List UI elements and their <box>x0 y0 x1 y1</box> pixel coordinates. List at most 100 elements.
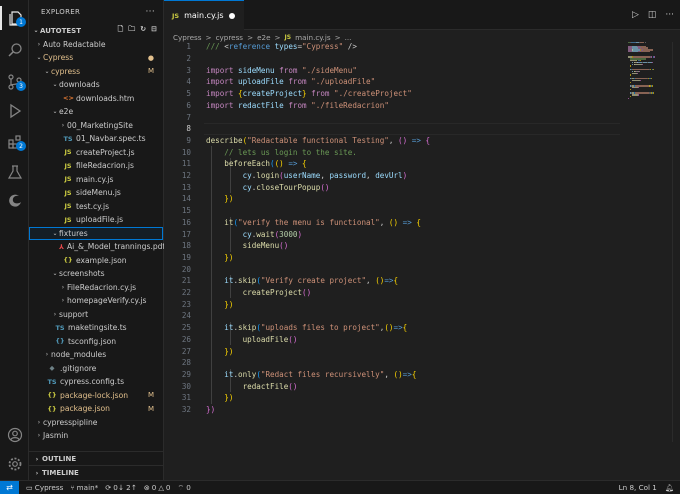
code-line[interactable]: 28 <box>164 357 680 369</box>
code-line[interactable]: 1 /// <reference types="Cypress" /> <box>164 41 680 53</box>
code-line[interactable]: 18 sideMenu() <box>164 240 680 252</box>
code-line[interactable]: 25 it.skip("uploads files to project",()… <box>164 322 680 334</box>
tree-file[interactable]: ⅄ Ai_&_Model_trannings.pdf <box>29 240 165 254</box>
code-line[interactable]: 16 it("verify the menu is functional", (… <box>164 217 680 229</box>
timeline-section[interactable]: › TIMELINE <box>29 465 163 480</box>
status-ports[interactable]: ⌔ 0 <box>177 483 190 493</box>
timeline-header[interactable]: › TIMELINE <box>29 465 163 480</box>
code-line[interactable]: 15 <box>164 205 680 217</box>
minimap[interactable] <box>628 42 666 102</box>
code-line[interactable]: 23 }) <box>164 298 680 310</box>
editor-scrollbar[interactable] <box>672 42 680 442</box>
run-debug-icon[interactable] <box>0 99 29 123</box>
status-project[interactable]: ▭ Cypress <box>26 483 63 492</box>
tree-file[interactable]: TS 01_Navbar.spec.ts <box>29 132 163 146</box>
tree-folder[interactable]: › homepageVerify.cy.js <box>29 294 163 308</box>
tree-file[interactable]: ◆ .gitignore <box>29 362 163 376</box>
tree-folder[interactable]: ⌄ fixtures <box>29 226 163 240</box>
code-line[interactable]: 6 import redactFile from "./fileRedacrion… <box>164 100 680 112</box>
tree-folder[interactable]: ⌄ downloads <box>29 78 163 92</box>
workspace-root[interactable]: ⌄ AUTOTEST 🗋 🗀 ↻ ⊟ <box>29 24 163 38</box>
code-line[interactable]: 17 cy.wait(3000) <box>164 228 680 240</box>
tree-folder[interactable]: › 00_MarketingSite <box>29 119 163 133</box>
run-file-icon[interactable]: ▷ <box>632 10 639 20</box>
tree-folder[interactable]: › Jasmin <box>29 429 163 443</box>
source-control-icon[interactable]: 3 <box>0 70 29 94</box>
split-editor-icon[interactable]: ◫ <box>648 10 657 20</box>
tree-folder[interactable]: › FileRedacrion.cy.js <box>29 281 163 295</box>
explorer-icon[interactable]: 1 <box>0 6 29 30</box>
tree-file[interactable]: TS maketingsite.ts <box>29 321 163 335</box>
code-line[interactable]: 31 }) <box>164 392 680 404</box>
code-line[interactable]: 30 redactFile() <box>164 380 680 392</box>
code-line[interactable]: 12 cy.login(userName, password, devUrl) <box>164 170 680 182</box>
code-line[interactable]: 20 <box>164 263 680 275</box>
code-line[interactable]: 13 cy.closeTourPopup() <box>164 181 680 193</box>
tree-file[interactable]: JS main.cy.js <box>29 173 163 187</box>
code-line[interactable]: 29 it.only("Redact files recursivelly", … <box>164 369 680 381</box>
tree-file[interactable]: JS createProject.js <box>29 146 163 160</box>
tree-folder[interactable]: ⌄ screenshots <box>29 267 163 281</box>
tree-file[interactable]: {} tsconfig.json <box>29 335 163 349</box>
settings-gear-icon[interactable] <box>0 452 29 476</box>
code-line[interactable]: 5 import {createProject} from "./createPr… <box>164 88 680 100</box>
tree-folder[interactable]: › support <box>29 308 163 322</box>
tree-folder[interactable]: ⌄ e2e <box>29 105 163 119</box>
notifications-bell-icon[interactable]: 🔔︎ <box>665 483 674 492</box>
more-actions-icon[interactable]: ··· <box>665 10 674 20</box>
tree-folder[interactable]: › cypresspipline <box>29 416 163 430</box>
tree-file[interactable]: JS fileRedacrion.js <box>29 159 163 173</box>
account-icon[interactable] <box>0 423 29 447</box>
tree-file[interactable]: JS uploadFile.js <box>29 213 163 227</box>
extensions-icon[interactable]: 2 <box>0 130 29 154</box>
tree-file[interactable]: {} package.json M <box>29 402 163 416</box>
tree-file[interactable]: <> downloads.htm <box>29 92 163 106</box>
code-line[interactable]: 21 it.skip("Verify create project", ()=>… <box>164 275 680 287</box>
code-line[interactable]: 27 }) <box>164 345 680 357</box>
remote-indicator-icon[interactable]: ⇄ <box>0 480 19 494</box>
testing-icon[interactable] <box>0 160 29 184</box>
tree-folder[interactable]: › node_modules <box>29 348 163 362</box>
tree-file[interactable]: {} example.json <box>29 254 163 268</box>
new-file-icon[interactable]: 🗋 <box>118 25 124 36</box>
refresh-icon[interactable]: ↻ <box>140 25 146 36</box>
code-line[interactable]: 32}) <box>164 404 680 416</box>
outline-header[interactable]: › OUTLINE <box>29 451 163 466</box>
code-line[interactable]: 24 <box>164 310 680 322</box>
tree-file[interactable]: JS test.cy.js <box>29 200 163 214</box>
code-line[interactable]: 10 // lets us login to the site. <box>164 146 680 158</box>
code-line[interactable]: 26 uploadFile() <box>164 334 680 346</box>
code-line[interactable]: 2 <box>164 53 680 65</box>
status-sync[interactable]: ⟳ 0↓ 2↑ <box>105 483 137 492</box>
tree-file[interactable]: TS cypress.config.ts <box>29 375 163 389</box>
tree-folder[interactable]: ⌄ cypress M <box>29 65 163 79</box>
code-line[interactable]: 11 beforeEach(() => { <box>164 158 680 170</box>
status-problems[interactable]: ⊗ 0 △ 0 <box>144 483 171 492</box>
more-actions-icon[interactable]: ··· <box>146 7 155 17</box>
tab-main-cy-js[interactable]: JS main.cy.js <box>164 0 244 30</box>
cursor-position[interactable]: Ln 8, Col 1 <box>619 483 657 492</box>
search-icon[interactable] <box>0 38 29 62</box>
tree-folder[interactable]: ⌄ Cypress ● <box>29 51 163 65</box>
code-line[interactable]: 9 describe("Redactable functional Testing… <box>164 135 680 147</box>
minimap-line <box>630 96 632 98</box>
tree-item-label: fileRedacrion.js <box>76 161 134 171</box>
code-line[interactable]: 8 <box>164 123 680 135</box>
code-line[interactable]: 3 import sideMenu from "./sideMenu" <box>164 64 680 76</box>
tree-file[interactable]: {} package-lock.json M <box>29 389 163 403</box>
code-token: wait <box>256 229 275 239</box>
tree-folder[interactable]: › Auto Redactable <box>29 38 163 52</box>
code-line[interactable]: 14 }) <box>164 193 680 205</box>
outline-section[interactable]: › OUTLINE <box>29 451 163 466</box>
edge-devtools-icon[interactable] <box>0 189 29 213</box>
code-line[interactable]: 7 <box>164 111 680 123</box>
code-line[interactable]: 22 createProject() <box>164 287 680 299</box>
tree-file[interactable]: JS sideMenu.js <box>29 186 163 200</box>
status-branch[interactable]: ⑂ main* <box>70 483 98 492</box>
code-line[interactable]: 19 }) <box>164 252 680 264</box>
extensions-badge: 2 <box>16 141 26 151</box>
code-line[interactable]: 4 import uploadFile from "./uploadFile" <box>164 76 680 88</box>
unsaved-dot-icon[interactable] <box>229 12 235 19</box>
new-folder-icon[interactable]: 🗀 <box>128 25 135 36</box>
collapse-all-icon[interactable]: ⊟ <box>151 25 157 36</box>
